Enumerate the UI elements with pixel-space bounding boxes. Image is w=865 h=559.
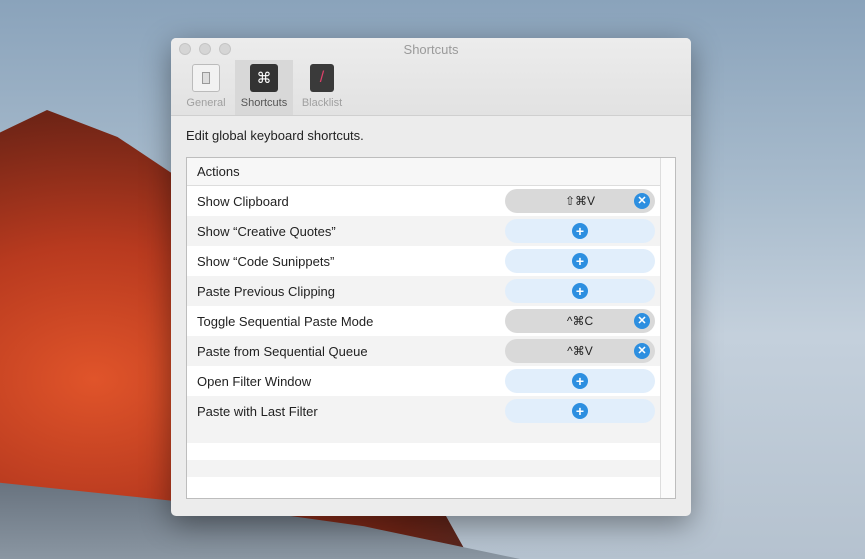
tab-label: Blacklist xyxy=(301,97,343,109)
table-row: Paste with Last Filter + xyxy=(187,396,660,426)
action-label: Show Clipboard xyxy=(197,193,289,209)
action-label: Open Filter Window xyxy=(197,373,312,389)
table-row: Show Clipboard ⇧⌘V ✕ xyxy=(187,186,660,216)
clear-icon[interactable]: ✕ xyxy=(634,343,650,359)
empty-row xyxy=(187,460,660,477)
shortcut-recorder[interactable]: ⇧⌘V ✕ xyxy=(505,189,655,213)
add-icon[interactable]: + xyxy=(572,373,588,389)
scrollbar[interactable] xyxy=(660,158,675,498)
shortcut-recorder[interactable]: + xyxy=(505,369,655,393)
empty-row xyxy=(187,426,660,443)
add-icon[interactable]: + xyxy=(572,223,588,239)
action-label: Paste Previous Clipping xyxy=(197,283,336,299)
switch-icon xyxy=(192,64,220,92)
tab-label: Shortcuts xyxy=(240,97,288,109)
action-label: Paste with Last Filter xyxy=(197,403,318,419)
shortcut-recorder[interactable]: + xyxy=(505,399,655,423)
book-icon: / xyxy=(310,64,334,92)
column-header-actions[interactable]: Actions xyxy=(187,158,660,186)
shortcut-keys: ^⌘C xyxy=(566,314,594,328)
action-label: Toggle Sequential Paste Mode xyxy=(197,313,374,329)
shortcuts-table: Actions Show Clipboard ⇧⌘V ✕ Show “Creativ… xyxy=(186,157,676,499)
empty-row xyxy=(187,443,660,460)
window-title: Shortcuts xyxy=(403,42,459,57)
shortcut-keys: ^⌘V xyxy=(567,344,593,358)
add-icon[interactable]: + xyxy=(572,283,588,299)
shortcut-recorder[interactable]: + xyxy=(505,279,655,303)
command-key-icon: ⌘ xyxy=(250,64,278,92)
add-icon[interactable]: + xyxy=(572,403,588,419)
empty-row xyxy=(187,477,660,494)
tab-label: General xyxy=(186,97,226,109)
table-row: Open Filter Window + xyxy=(187,366,660,396)
action-label: Paste from Sequential Queue xyxy=(197,343,368,359)
tab-blacklist[interactable]: / Blacklist xyxy=(293,60,351,115)
table-row: Toggle Sequential Paste Mode ^⌘C ✕ xyxy=(187,306,660,336)
tab-general[interactable]: General xyxy=(177,60,235,115)
toolbar: Shortcuts General ⌘ Shortcuts / Blacklist xyxy=(171,38,691,116)
action-label: Show “Creative Quotes” xyxy=(197,223,336,239)
action-label: Show “Code Sunippets” xyxy=(197,253,335,269)
table-row: Show “Creative Quotes” + xyxy=(187,216,660,246)
table-row: Paste Previous Clipping + xyxy=(187,276,660,306)
shortcut-recorder[interactable]: ^⌘V ✕ xyxy=(505,339,655,363)
table-row: Show “Code Sunippets” + xyxy=(187,246,660,276)
shortcut-recorder[interactable]: ^⌘C ✕ xyxy=(505,309,655,333)
shortcut-recorder[interactable]: + xyxy=(505,249,655,273)
shortcut-recorder[interactable]: + xyxy=(505,219,655,243)
add-icon[interactable]: + xyxy=(572,253,588,269)
table-row: Paste from Sequential Queue ^⌘V ✕ xyxy=(187,336,660,366)
tab-shortcuts[interactable]: ⌘ Shortcuts xyxy=(235,60,293,115)
preferences-window: Shortcuts General ⌘ Shortcuts / Blacklist … xyxy=(171,38,691,516)
clear-icon[interactable]: ✕ xyxy=(634,193,650,209)
description: Edit global keyboard shortcuts. xyxy=(186,128,364,143)
shortcut-keys: ⇧⌘V xyxy=(564,194,596,208)
clear-icon[interactable]: ✕ xyxy=(634,313,650,329)
